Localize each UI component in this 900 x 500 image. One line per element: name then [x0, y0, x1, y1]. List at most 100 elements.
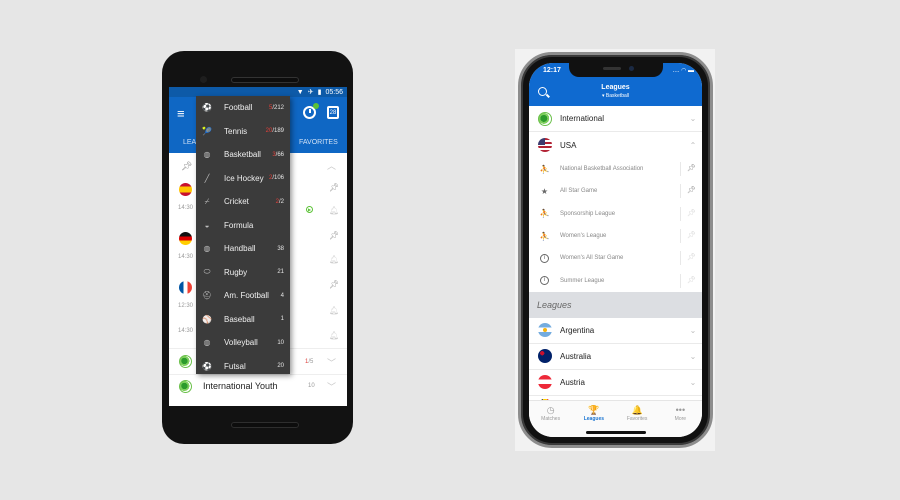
tab-label: Favorites: [626, 416, 648, 422]
sport-menu-item-cricket[interactable]: ⌿ Cricket 2/2: [196, 190, 290, 214]
league-name: Sponsorship League: [560, 210, 616, 217]
sport-menu-item-volleyball[interactable]: ◍ Volleyball 10: [196, 331, 290, 355]
international-count: 1/5: [305, 359, 314, 365]
info-icon: i: [540, 276, 549, 286]
league-item[interactable]: i Women's All Star Game 📌︎: [529, 247, 702, 269]
league-item[interactable]: i Summer League 📌︎: [529, 269, 702, 291]
pin-icon[interactable]: 📌︎: [329, 231, 339, 240]
globe-icon: [179, 355, 192, 368]
pin-icon[interactable]: 📌︎: [680, 251, 702, 266]
clock-icon: ◷: [546, 405, 555, 415]
futsal-icon: ⚽: [202, 361, 212, 371]
bell-icon[interactable]: 🔔︎: [329, 331, 339, 340]
tab-label: Matches: [541, 416, 561, 422]
league-item[interactable]: ★ All Star Game 📌︎: [529, 180, 702, 202]
match-count: 2/2: [275, 198, 284, 205]
sport-menu-item-am-football[interactable]: ⛑ Am. Football 4: [196, 284, 290, 308]
pin-icon[interactable]: 📌︎: [680, 206, 702, 221]
france-flag-icon: [179, 281, 192, 294]
league-name: International Youth: [203, 381, 278, 391]
globe-icon: [179, 380, 192, 393]
chevron-down-icon[interactable]: ﹀: [327, 356, 336, 369]
chevron-up-icon[interactable]: ⌃: [684, 141, 702, 150]
pin-icon[interactable]: 📌︎: [329, 280, 339, 289]
calendar-icon[interactable]: 28: [327, 106, 339, 119]
notification-badge: [313, 103, 319, 109]
chevron-down-icon[interactable]: ⌄: [684, 352, 702, 361]
chevron-down-icon[interactable]: ⌄: [684, 326, 702, 335]
sport-label: Futsal: [224, 361, 246, 371]
sport-label: Baseball: [224, 314, 255, 324]
tennis-icon: 🎾: [202, 126, 212, 136]
football-icon: ⚽: [202, 103, 212, 113]
match-count: 1: [280, 316, 284, 323]
bell-icon[interactable]: 🔔︎: [329, 306, 339, 315]
sport-menu-item-handball[interactable]: ◍ Handball 38: [196, 237, 290, 261]
pin-icon[interactable]: 📌︎: [680, 229, 702, 244]
sport-menu-item-basketball[interactable]: ◍ Basketball 3/66: [196, 143, 290, 167]
country-name: USA: [560, 140, 577, 150]
chevron-up-icon[interactable]: ︿: [327, 159, 336, 172]
sport-menu-item-rugby[interactable]: ⬭ Rugby 21: [196, 261, 290, 285]
league-row-austria[interactable]: Austria ⌄: [529, 370, 702, 396]
sport-menu-item-tennis[interactable]: 🎾 Tennis 20/189: [196, 120, 290, 144]
tab-more[interactable]: ••• More: [659, 401, 702, 437]
chevron-down-icon[interactable]: ﹀: [327, 380, 336, 393]
tab-favorites[interactable]: FAVORITES: [299, 139, 338, 146]
sport-menu-item-football[interactable]: ⚽ Football 5/212: [196, 96, 290, 120]
match-count: 38: [277, 245, 284, 252]
sport-label: Formula: [224, 220, 254, 230]
league-row-usa[interactable]: USA ⌃: [529, 132, 702, 158]
sport-selector[interactable]: ▾ Basketball: [529, 93, 702, 99]
more-icon: •••: [675, 405, 686, 415]
match-time: 14:30: [178, 254, 194, 260]
league-name: All Star Game: [560, 188, 598, 195]
match-count: 4: [280, 292, 284, 299]
tab-leagues[interactable]: LEA: [183, 139, 196, 146]
sport-label: Handball: [224, 244, 256, 254]
pin-icon[interactable]: 📌︎: [680, 273, 702, 288]
country-name: Austria: [560, 377, 585, 387]
player-icon: ⛹: [539, 209, 550, 219]
league-item[interactable]: ⛹ National Basketball Association 📌︎: [529, 158, 702, 180]
match-count: 2/106: [268, 175, 284, 182]
league-name: Women's All Star Game: [560, 255, 624, 262]
battery-icon: ▮: [317, 89, 322, 96]
chevron-down-icon[interactable]: ⌄: [684, 114, 702, 123]
sport-label: Ice Hockey: [224, 173, 264, 183]
match-time: 12:30: [178, 303, 194, 309]
status-time: 05:56: [325, 88, 343, 96]
sport-menu-item-ice-hockey[interactable]: ╱ Ice Hockey 2/106: [196, 167, 290, 191]
match-count: 3/66: [272, 151, 284, 158]
earpiece-speaker: [231, 77, 299, 83]
sport-menu-item-formula[interactable]: ◒ Formula: [196, 214, 290, 238]
tab-label: More: [674, 416, 687, 422]
tab-matches[interactable]: ◷ Matches: [529, 401, 572, 437]
bell-icon: 🔔: [631, 405, 643, 415]
pin-icon[interactable]: 📌︎: [680, 184, 702, 199]
hamburger-menu-icon[interactable]: ≡: [177, 107, 185, 120]
globe-icon: [537, 111, 552, 126]
league-item[interactable]: ⛹ Women's League 📌︎: [529, 225, 702, 247]
league-row-international-youth[interactable]: International Youth 10 ﹀: [169, 375, 347, 397]
bell-icon[interactable]: 🔔︎: [329, 206, 339, 215]
pin-icon[interactable]: 📌︎: [329, 183, 339, 192]
ice-hockey-icon: ╱: [204, 173, 210, 183]
sport-menu-item-baseball[interactable]: ⚾ Baseball 1: [196, 308, 290, 332]
usa-flag-icon: [537, 138, 552, 152]
league-name: National Basketball Association: [560, 166, 644, 173]
league-row-argentina[interactable]: Argentina ⌄: [529, 318, 702, 344]
league-item[interactable]: ⛹ Sponsorship League 📌︎: [529, 203, 702, 225]
home-indicator[interactable]: [585, 431, 646, 434]
player-icon: ⛹: [539, 231, 550, 241]
sport-menu-item-futsal[interactable]: ⚽ Futsal 20: [196, 355, 290, 375]
bell-icon[interactable]: 🔔︎: [329, 255, 339, 264]
live-clock-icon[interactable]: [303, 103, 319, 119]
league-row-international[interactable]: International ⌄: [529, 106, 702, 132]
chevron-down-icon[interactable]: ⌄: [684, 378, 702, 387]
sport-label: Am. Football: [224, 291, 269, 301]
match-time: 14:30: [178, 328, 194, 334]
rugby-icon: ⬭: [203, 267, 211, 277]
pin-icon[interactable]: 📌︎: [680, 162, 702, 177]
league-row-australia[interactable]: Australia ⌄: [529, 344, 702, 370]
